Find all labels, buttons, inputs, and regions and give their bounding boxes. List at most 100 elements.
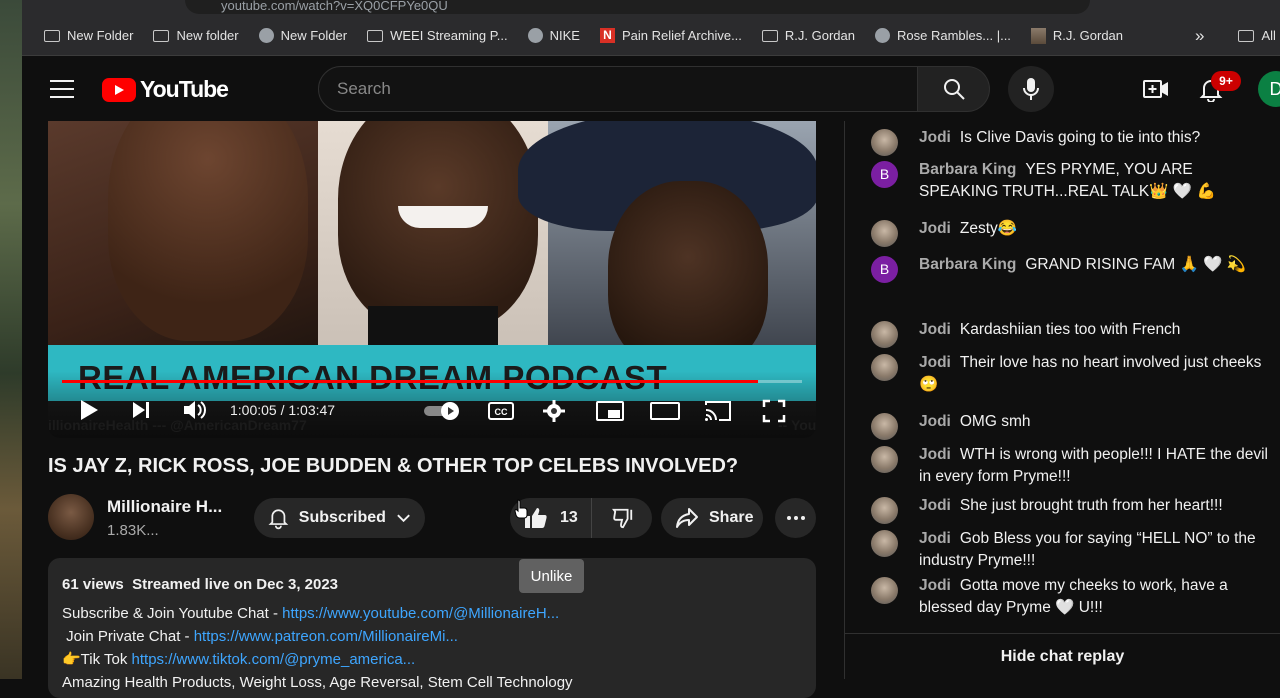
create-button[interactable]	[1143, 78, 1169, 100]
chat-author[interactable]: Jodi	[919, 220, 951, 237]
cast-button[interactable]	[704, 400, 732, 422]
bookmark-item[interactable]: Rose Rambles... |...	[865, 22, 1021, 50]
chat-message[interactable]: Jodi She just brought truth from her hear…	[871, 495, 1271, 524]
all-bookmarks-button[interactable]: All Bo	[1228, 22, 1280, 50]
chat-author[interactable]: Jodi	[919, 413, 951, 430]
bookmark-label: Pain Relief Archive...	[621, 28, 742, 43]
bookmark-overflow-button[interactable]: »	[1185, 22, 1214, 50]
channel-name[interactable]: Millionaire H...	[107, 497, 222, 517]
captions-button[interactable]: CC	[488, 401, 514, 421]
bookmark-item[interactable]: WEEI Streaming P...	[357, 22, 518, 50]
view-label: views	[82, 576, 124, 593]
search-box[interactable]	[318, 66, 918, 112]
chat-text: GRAND RISING FAM 🙏 🤍 💫	[1025, 256, 1247, 273]
chat-avatar[interactable]	[871, 321, 898, 348]
volume-icon	[184, 401, 206, 419]
chat-author[interactable]: Jodi	[919, 446, 951, 463]
more-horizontal-icon	[786, 516, 805, 520]
menu-icon[interactable]	[50, 78, 74, 100]
description-line: Amazing Health Products, Weight Loss, Ag…	[62, 674, 573, 691]
play-button[interactable]	[78, 399, 100, 421]
chat-author[interactable]: Barbara King	[919, 161, 1016, 178]
address-bar[interactable]: youtube.com/watch?v=XQ0CFPYe0QU	[185, 0, 1090, 14]
bookmark-item[interactable]: R.J. Gordan	[752, 22, 865, 50]
video-title: IS JAY Z, RICK ROSS, JOE BUDDEN & OTHER …	[48, 455, 739, 477]
chat-avatar[interactable]: B	[871, 161, 898, 188]
video-player[interactable]: REAL AMERICAN DREAM PODCAST illionaireHe…	[48, 121, 816, 438]
search-icon	[943, 79, 965, 100]
description-box[interactable]: 61 views Streamed live on Dec 3, 2023 Su…	[48, 558, 816, 698]
bookmark-item[interactable]: N Pain Relief Archive...	[590, 22, 752, 50]
search-button[interactable]	[918, 66, 990, 112]
notification-badge: 9+	[1211, 71, 1241, 91]
image-icon	[1030, 27, 1046, 44]
skip-next-icon	[133, 402, 149, 418]
chat-message[interactable]: B Barbara King YES PRYME, YOU ARE SPEAKIN…	[871, 159, 1271, 203]
progress-bar[interactable]	[62, 380, 802, 383]
chat-avatar[interactable]	[871, 354, 898, 381]
chat-author[interactable]: Jodi	[919, 530, 951, 547]
voice-search-button[interactable]	[1008, 66, 1054, 112]
chat-author[interactable]: Jodi	[919, 129, 951, 146]
youtube-logo[interactable]: YouTube	[102, 76, 229, 103]
chat-text: Zesty😂	[959, 220, 1018, 237]
subscribed-button[interactable]: Subscribed	[254, 498, 425, 538]
volume-button[interactable]	[182, 399, 208, 421]
theater-mode-icon	[650, 402, 680, 420]
chat-avatar[interactable]	[871, 220, 898, 247]
chat-message[interactable]: Jodi Kardashiian ties too with French	[871, 319, 1271, 348]
dislike-button[interactable]	[593, 498, 652, 538]
chat-message[interactable]: B Barbara King GRAND RISING FAM 🙏 🤍 💫	[871, 254, 1271, 283]
autoplay-toggle[interactable]	[422, 401, 462, 421]
bookmark-label: R.J. Gordan	[1052, 28, 1124, 43]
bookmark-item[interactable]: New Folder	[34, 22, 143, 50]
chat-avatar[interactable]	[871, 446, 898, 473]
chat-text: OMG smh	[959, 413, 1031, 430]
bookmark-item[interactable]: New Folder	[249, 22, 357, 50]
chat-avatar[interactable]	[871, 413, 898, 440]
chat-author[interactable]: Barbara King	[919, 256, 1016, 273]
chat-author[interactable]: Jodi	[919, 497, 951, 514]
globe-icon	[258, 28, 274, 43]
chat-message[interactable]: Jodi WTH is wrong with people!!! I HATE t…	[871, 444, 1271, 488]
theater-mode-button[interactable]	[650, 402, 680, 420]
bookmark-item[interactable]: R.J. Gordan	[1021, 22, 1133, 50]
chat-author[interactable]: Jodi	[919, 577, 951, 594]
chat-message[interactable]: Jodi Gob Bless you for saying “HELL NO” t…	[871, 528, 1271, 572]
chat-avatar[interactable]	[871, 577, 898, 604]
tiktok-link[interactable]: https://www.tiktok.com/@pryme_america...	[132, 651, 416, 668]
share-button[interactable]: Share	[661, 498, 763, 538]
settings-button[interactable]	[542, 399, 566, 423]
chat-message[interactable]: Jodi Their love has no heart involved jus…	[871, 352, 1271, 396]
thumbnail-smile	[398, 206, 488, 228]
chat-avatar[interactable]: B	[871, 256, 898, 283]
youtube-channel-link[interactable]: https://www.youtube.com/@MillionaireH...	[282, 605, 559, 622]
chat-message[interactable]: Jodi Gotta move my cheeks to work, have a…	[871, 575, 1271, 619]
chat-message[interactable]: Jodi Is Clive Davis going to tie into thi…	[871, 127, 1271, 156]
chat-avatar[interactable]	[871, 497, 898, 524]
chevron-down-icon	[397, 514, 410, 523]
chat-text: WTH is wrong with people!!! I HATE the d…	[919, 446, 1268, 485]
more-actions-button[interactable]	[775, 498, 816, 538]
create-video-icon	[1143, 80, 1168, 98]
hide-chat-replay-button[interactable]: Hide chat replay	[844, 633, 1280, 679]
channel-avatar[interactable]	[48, 494, 94, 540]
patreon-link[interactable]: https://www.patreon.com/MillionaireMi...	[194, 628, 458, 645]
fullscreen-button[interactable]	[762, 399, 786, 423]
chat-avatar[interactable]	[871, 129, 898, 156]
miniplayer-button[interactable]	[596, 401, 624, 421]
chat-text: Is Clive Davis going to tie into this?	[959, 129, 1201, 146]
chat-author[interactable]: Jodi	[919, 321, 951, 338]
subscribed-label: Subscribed	[298, 509, 386, 526]
chat-avatar[interactable]	[871, 530, 898, 557]
progress-fill	[62, 380, 758, 383]
bookmark-item[interactable]: New folder	[143, 22, 248, 50]
next-button[interactable]	[130, 400, 152, 420]
chat-author[interactable]: Jodi	[919, 354, 951, 371]
chat-message[interactable]: Jodi Zesty😂	[871, 218, 1271, 247]
mouse-cursor	[514, 499, 528, 519]
fullscreen-icon	[762, 399, 786, 423]
search-input[interactable]	[319, 67, 917, 111]
chat-message[interactable]: Jodi OMG smh	[871, 411, 1271, 440]
bookmark-item[interactable]: NIKE	[518, 22, 590, 50]
